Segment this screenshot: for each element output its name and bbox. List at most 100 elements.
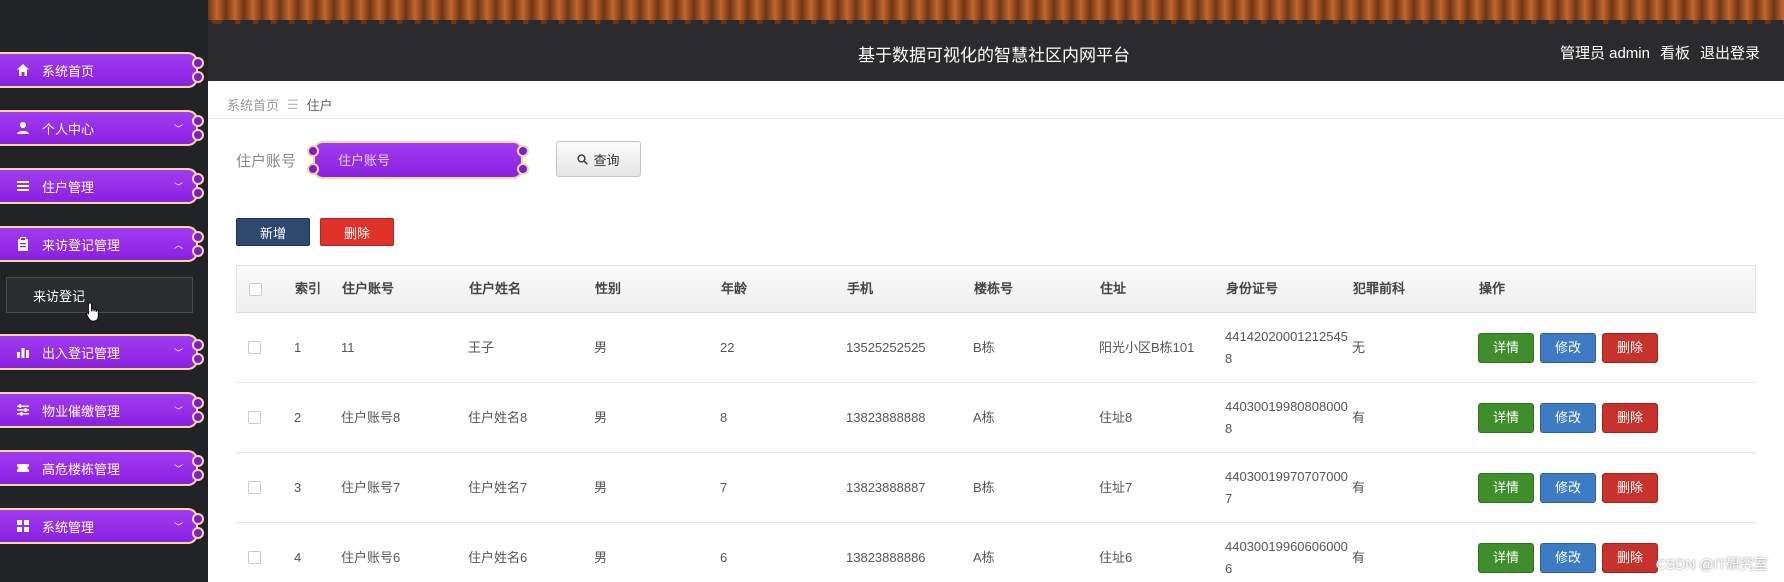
- cell-index: 1: [294, 339, 302, 355]
- sidebar-item-home[interactable]: 系统首页: [0, 52, 204, 88]
- sidebar-item-visitor[interactable]: 来访登记管理 ︿: [0, 226, 204, 262]
- cell-phone: 13823888888: [846, 409, 926, 425]
- row-delete-button[interactable]: 删除: [1602, 332, 1658, 363]
- sidebar-item-label: 出入登记管理: [42, 345, 121, 361]
- search-input[interactable]: [313, 141, 523, 179]
- column-header: 手机: [847, 281, 874, 296]
- list-icon: [15, 178, 31, 194]
- column-header: 操作: [1479, 281, 1506, 296]
- sidebar-item-label: 物业催缴管理: [42, 403, 121, 419]
- column-header: 犯罪前科: [1353, 281, 1406, 296]
- cell-crime: 有: [1352, 479, 1366, 495]
- cell-sex: 男: [594, 479, 608, 495]
- cell-age: 6: [720, 549, 728, 565]
- edit-button[interactable]: 修改: [1540, 402, 1596, 433]
- cell-address: 住址6: [1099, 549, 1133, 565]
- edit-button[interactable]: 修改: [1540, 472, 1596, 503]
- add-button[interactable]: 新增: [236, 218, 310, 246]
- query-button[interactable]: 查询: [556, 141, 641, 177]
- cell-account: 住户账号8: [341, 409, 401, 425]
- cell-building: A栋: [973, 409, 995, 425]
- cell-index: 2: [294, 409, 302, 425]
- clipboard-icon: [15, 236, 31, 252]
- cell-id-card: 440300199808080008: [1225, 398, 1348, 436]
- edit-button[interactable]: 修改: [1540, 332, 1596, 363]
- cell-building: B栋: [973, 339, 995, 355]
- cell-name: 住户姓名7: [468, 479, 528, 495]
- cell-account: 住户账号7: [341, 479, 401, 495]
- sidebar-item-label: 高危楼栋管理: [42, 461, 121, 477]
- cell-phone: 13525252525: [846, 339, 926, 355]
- select-all-checkbox[interactable]: [249, 282, 262, 296]
- row-checkbox[interactable]: [248, 341, 261, 354]
- cell-building: A栋: [973, 549, 995, 565]
- row-checkbox[interactable]: [248, 551, 261, 564]
- detail-button[interactable]: 详情: [1478, 332, 1534, 363]
- row-delete-button[interactable]: 删除: [1602, 472, 1658, 503]
- cell-age: 22: [720, 339, 735, 355]
- sidebar-item-system[interactable]: 系统管理 ﹀: [0, 508, 204, 544]
- sidebar-item-property-fee[interactable]: 物业催缴管理 ﹀: [0, 392, 204, 428]
- cell-sex: 男: [594, 549, 608, 565]
- admin-label: 管理员 admin: [1559, 45, 1650, 62]
- edit-button[interactable]: 修改: [1540, 542, 1596, 573]
- watermark: CSDN @IT研究室: [1655, 556, 1768, 572]
- query-button-label: 查询: [593, 152, 620, 168]
- cell-phone: 13823888887: [846, 479, 926, 495]
- logout-link[interactable]: 退出登录: [1700, 42, 1760, 63]
- column-header: 住户账号: [342, 281, 395, 296]
- board-link[interactable]: 看板: [1660, 42, 1690, 63]
- breadcrumb: 系统首页 ☰ 住户: [227, 95, 333, 114]
- sliders-icon: [15, 402, 31, 418]
- header-ornament: [208, 0, 1784, 20]
- sidebar-item-high-risk[interactable]: 高危楼栋管理 ﹀: [0, 450, 204, 486]
- row-checkbox[interactable]: [248, 481, 261, 494]
- top-header: 基于数据可视化的智慧社区内网平台 管理员 admin 看板 退出登录: [208, 0, 1784, 81]
- breadcrumb-home[interactable]: 系统首页: [227, 95, 279, 114]
- detail-button[interactable]: 详情: [1478, 472, 1534, 503]
- hand-cursor-icon: [86, 302, 99, 322]
- column-header: 住户姓名: [469, 281, 522, 296]
- table-row: 1 11 王子 男 22 13525252525 B栋 阳光小区B栋101 44…: [236, 313, 1756, 383]
- detail-button[interactable]: 详情: [1478, 542, 1534, 573]
- row-delete-button[interactable]: 删除: [1602, 542, 1658, 573]
- cell-name: 王子: [468, 339, 495, 355]
- sidebar-item-label: 个人中心: [42, 121, 95, 137]
- table-row: 4 住户账号6 住户姓名6 男 6 13823888886 A栋 住址6 440…: [236, 523, 1756, 582]
- row-actions: 详情 修改 删除: [1478, 402, 1758, 433]
- cell-name: 住户姓名8: [468, 409, 528, 425]
- bar-chart-icon: [15, 344, 31, 360]
- column-header: 身份证号: [1226, 281, 1279, 296]
- column-header: 索引: [295, 281, 322, 296]
- cell-name: 住户姓名6: [468, 549, 528, 565]
- cell-age: 7: [720, 479, 728, 495]
- cell-address: 住址7: [1099, 479, 1133, 495]
- cell-address: 住址8: [1099, 409, 1133, 425]
- table-row: 2 住户账号8 住户姓名8 男 8 13823888888 A栋 住址8 440…: [236, 383, 1756, 453]
- detail-button[interactable]: 详情: [1478, 402, 1534, 433]
- row-delete-button[interactable]: 删除: [1602, 402, 1658, 433]
- cell-sex: 男: [594, 339, 608, 355]
- sidebar-item-personal[interactable]: 个人中心 ﹀: [0, 110, 204, 146]
- sidebar-item-label: 来访登记管理: [42, 237, 121, 253]
- header-ornament-edge: [208, 20, 1784, 24]
- sidebar-item-label: 系统首页: [42, 63, 95, 79]
- sidebar-item-residents[interactable]: 住户管理 ﹀: [0, 168, 204, 204]
- row-checkbox[interactable]: [248, 411, 261, 424]
- cell-crime: 无: [1352, 339, 1366, 355]
- cell-account: 11: [341, 339, 355, 355]
- cell-index: 3: [294, 479, 302, 495]
- chevron-down-icon: ﹀: [174, 123, 184, 134]
- chevron-down-icon: ﹀: [174, 405, 184, 416]
- residents-table: 索引 住户账号 住户姓名 性别 年龄 手机 楼栋号 住址 身份证号 犯罪前科 操…: [236, 265, 1756, 582]
- table-row: 3 住户账号7 住户姓名7 男 7 13823888887 B栋 住址7 440…: [236, 453, 1756, 523]
- cell-id-card: 440300199606060006: [1225, 538, 1348, 576]
- column-header: 住址: [1100, 281, 1127, 296]
- sidebar-item-label: 系统管理: [42, 519, 95, 535]
- cell-sex: 男: [594, 409, 608, 425]
- sidebar-item-access[interactable]: 出入登记管理 ﹀: [0, 334, 204, 370]
- cell-index: 4: [294, 549, 302, 565]
- chevron-up-icon: ︿: [174, 239, 184, 250]
- batch-delete-button[interactable]: 删除: [320, 218, 394, 246]
- cell-crime: 有: [1352, 549, 1366, 565]
